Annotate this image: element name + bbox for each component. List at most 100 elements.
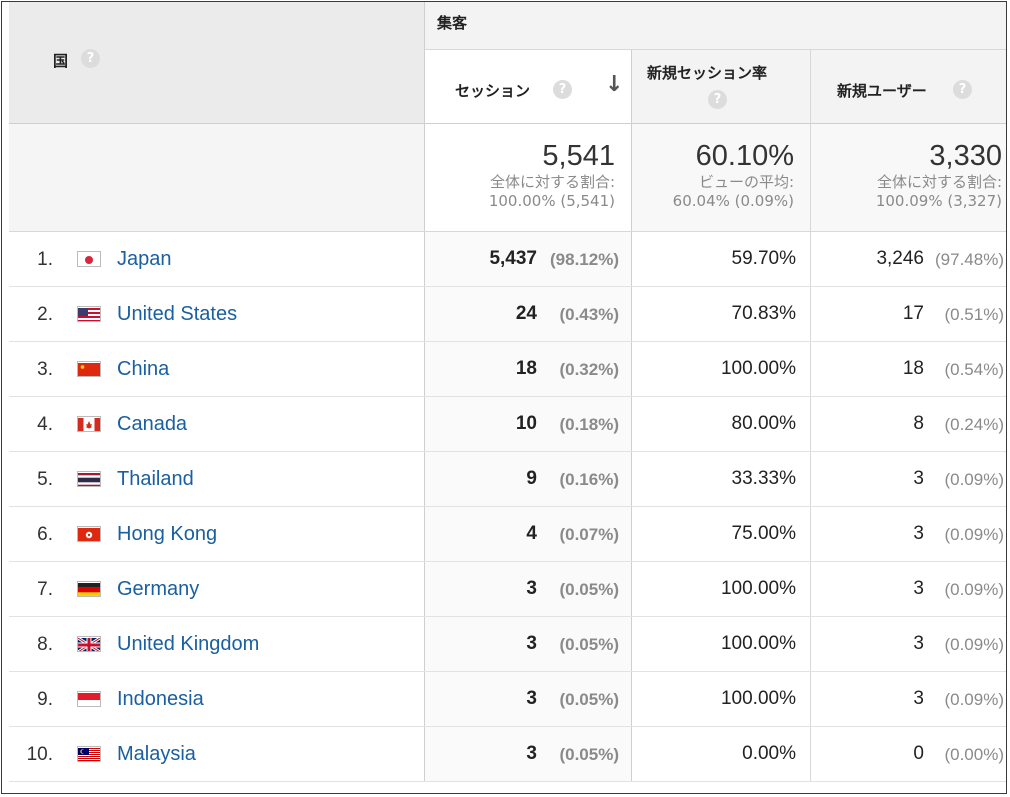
country-link[interactable]: Indonesia — [117, 688, 204, 711]
sessions-total-value: 5,541 — [542, 140, 615, 172]
row-rank: 2. — [37, 304, 53, 325]
new-session-rate-cell: 80.00% — [632, 397, 811, 451]
sessions-total-caption: 全体に対する割合: — [489, 173, 615, 191]
sessions-cell: 9 (0.16%) — [425, 452, 632, 506]
sessions-percent: (0.16%) — [559, 470, 619, 489]
row-rank: 1. — [37, 249, 53, 270]
country-link[interactable]: Malaysia — [117, 743, 196, 766]
new-users-value: 3 — [913, 633, 924, 654]
sessions-cell: 10 (0.18%) — [425, 397, 632, 451]
new-users-percent: (0.09%) — [944, 690, 1004, 709]
new-session-rate-cell: 0.00% — [632, 727, 811, 781]
new-session-rate-value: 59.70% — [731, 248, 796, 269]
help-icon[interactable]: ? — [953, 80, 972, 99]
country-column-header[interactable]: 国 ? — [9, 2, 425, 124]
new-users-percent: (97.48%) — [935, 250, 1004, 269]
new-session-rate-value: 100.00% — [720, 633, 796, 654]
sessions-column-header[interactable]: セッション ? ↓ — [425, 50, 632, 124]
new-session-rate-value: 70.83% — [731, 303, 796, 324]
row-rank: 6. — [37, 524, 53, 545]
country-link[interactable]: Canada — [117, 413, 187, 436]
country-cell: 8. United Kingdom — [9, 617, 425, 671]
new-users-value: 18 — [902, 358, 924, 379]
table-row: 3. China 18 (0.32%) 100.00% 18 (0.54%) — [9, 342, 1006, 397]
sessions-percent: (0.18%) — [559, 415, 619, 434]
hong-kong-flag-icon — [77, 526, 101, 542]
country-link[interactable]: Germany — [117, 578, 199, 601]
sessions-cell: 4 (0.07%) — [425, 507, 632, 561]
china-flag-icon — [77, 361, 101, 377]
sessions-percent: (0.32%) — [559, 360, 619, 379]
new-users-header-label: 新規ユーザー — [837, 82, 927, 100]
table-row: 10. Malaysia 3 (0.05%) 0.00% 0 (0.00%) — [9, 727, 1006, 782]
new-users-cell: 3 (0.09%) — [811, 452, 1006, 506]
country-table-body: 1. Japan 5,437 (98.12%) 59.70% 3,246 (97.4… — [9, 232, 1006, 782]
row-rank: 9. — [37, 689, 53, 710]
new-session-rate-cell: 100.00% — [632, 617, 811, 671]
sessions-value: 5,437 — [489, 248, 537, 269]
table-row: 1. Japan 5,437 (98.12%) 59.70% 3,246 (97.4… — [9, 232, 1006, 287]
sessions-value: 9 — [526, 468, 537, 489]
table-row: 4. Canada 10 (0.18%) 80.00% 8 (0.24%) — [9, 397, 1006, 452]
new-users-percent: (0.09%) — [944, 470, 1004, 489]
table-row: 5. Thailand 9 (0.16%) 33.33% 3 (0.09%) — [9, 452, 1006, 507]
new-session-rate-header-label: 新規セッション率 — [647, 64, 768, 82]
new-users-percent: (0.09%) — [944, 580, 1004, 599]
new-session-rate-column-header[interactable]: 新規セッション率 ? — [632, 50, 811, 124]
new-users-percent: (0.09%) — [944, 525, 1004, 544]
new-users-value: 0 — [913, 743, 924, 764]
sessions-percent: (0.05%) — [559, 580, 619, 599]
table-row: 7. Germany 3 (0.05%) 100.00% 3 (0.09%) — [9, 562, 1006, 617]
country-link[interactable]: Thailand — [117, 468, 194, 491]
sessions-percent: (0.05%) — [559, 635, 619, 654]
new-users-value: 3 — [913, 578, 924, 599]
country-link[interactable]: Hong Kong — [117, 523, 217, 546]
country-cell: 9. Indonesia — [9, 672, 425, 726]
indonesia-flag-icon — [77, 691, 101, 707]
new-session-rate-value: 0.00% — [742, 743, 796, 764]
sessions-total-cell: 5,541 全体に対する割合: 100.00% (5,541) — [425, 124, 632, 231]
totals-label-cell — [9, 124, 425, 231]
new-session-rate-value: 100.00% — [720, 688, 796, 709]
country-cell: 7. Germany — [9, 562, 425, 616]
new-users-value: 17 — [902, 303, 924, 324]
help-icon[interactable]: ? — [553, 80, 572, 99]
table-row: 8. United Kingdom 3 (0.05%) 100.00% 3 (0.0… — [9, 617, 1006, 672]
sessions-value: 4 — [526, 523, 537, 544]
canada-flag-icon — [77, 416, 101, 432]
new-session-rate-total-caption: ビューの平均: — [698, 173, 794, 191]
country-link[interactable]: United States — [117, 303, 237, 326]
country-link[interactable]: United Kingdom — [117, 633, 259, 656]
new-session-rate-cell: 100.00% — [632, 562, 811, 616]
sessions-percent: (0.05%) — [559, 690, 619, 709]
new-session-rate-total-value: 60.10% — [695, 140, 794, 172]
sessions-cell: 3 (0.05%) — [425, 562, 632, 616]
germany-flag-icon — [77, 581, 101, 597]
new-users-cell: 18 (0.54%) — [811, 342, 1006, 396]
new-session-rate-value: 100.00% — [720, 578, 796, 599]
country-link[interactable]: Japan — [117, 248, 172, 271]
country-link[interactable]: China — [117, 358, 169, 381]
help-icon[interactable]: ? — [708, 90, 727, 109]
row-rank: 3. — [37, 359, 53, 380]
row-rank: 10. — [26, 744, 53, 765]
new-session-rate-cell: 33.33% — [632, 452, 811, 506]
country-cell: 10. Malaysia — [9, 727, 425, 781]
sessions-value: 3 — [526, 578, 537, 599]
country-cell: 1. Japan — [9, 232, 425, 286]
new-users-cell: 17 (0.51%) — [811, 287, 1006, 341]
sessions-value: 24 — [515, 303, 537, 324]
new-session-rate-value: 33.33% — [731, 468, 796, 489]
new-session-rate-cell: 59.70% — [632, 232, 811, 286]
new-users-percent: (0.09%) — [944, 635, 1004, 654]
sort-descending-icon[interactable]: ↓ — [605, 72, 623, 97]
country-header-label: 国 — [53, 52, 69, 70]
new-users-total-detail: 100.09% (3,327) — [875, 192, 1002, 210]
sessions-percent: (0.07%) — [559, 525, 619, 544]
new-users-value: 3 — [913, 523, 924, 544]
new-users-column-header[interactable]: 新規ユーザー ? — [811, 50, 1006, 124]
row-rank: 8. — [37, 634, 53, 655]
help-icon[interactable]: ? — [81, 49, 100, 68]
row-rank: 4. — [37, 414, 53, 435]
new-users-value: 3 — [913, 688, 924, 709]
